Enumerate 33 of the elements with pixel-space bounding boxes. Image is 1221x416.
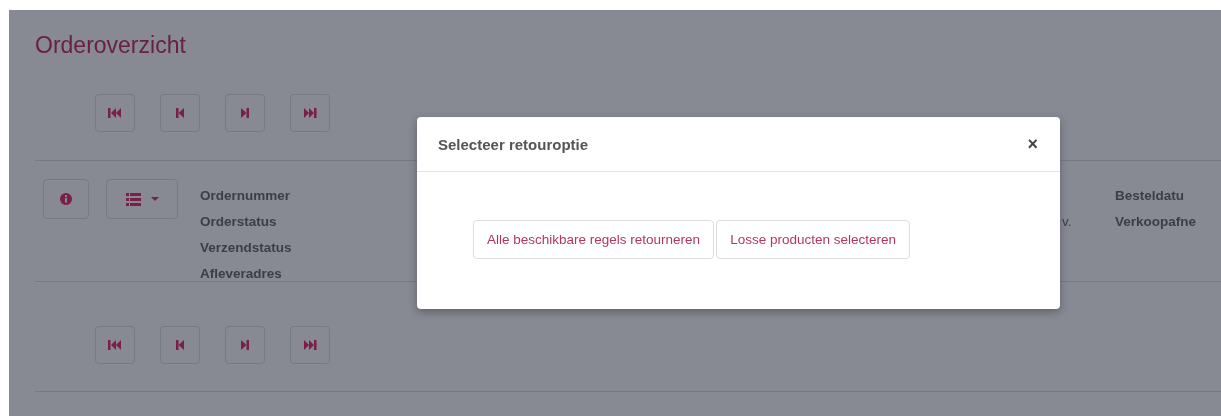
pager-button[interactable] (95, 326, 135, 364)
pager-button[interactable] (160, 94, 200, 132)
last-page-icon (303, 107, 317, 119)
first-page-icon (108, 339, 122, 351)
pager-button[interactable] (225, 326, 265, 364)
last-page-icon (303, 339, 317, 351)
field-label: Afleveradres (200, 265, 282, 283)
field-label: Verzendstatus (200, 239, 292, 257)
previous-page-icon (173, 107, 187, 119)
return-option-button[interactable]: Losse producten selecteren (716, 220, 910, 259)
first-page-icon (108, 107, 122, 119)
pager-button[interactable] (225, 94, 265, 132)
pager-button[interactable] (290, 326, 330, 364)
pager-button[interactable] (95, 94, 135, 132)
list-dropdown-button[interactable] (106, 179, 178, 219)
field-label: Besteldatu (1115, 187, 1185, 205)
list-icon (125, 192, 141, 206)
field-value: v. (1062, 213, 1072, 231)
page-title: Orderoverzicht (35, 32, 187, 58)
field-label: Orderstatus (200, 213, 277, 231)
return-option-button[interactable]: Alle beschikbare regels retourneren (473, 220, 715, 259)
info-button[interactable] (43, 179, 89, 219)
modal-title: Selecteer retouroptie (438, 135, 589, 153)
pager-button[interactable] (290, 94, 330, 132)
field-label: Verkoopafne (1115, 213, 1197, 231)
next-page-icon (238, 107, 252, 119)
caret-icon (150, 197, 159, 201)
close-button[interactable]: × (1027, 135, 1038, 153)
pager-button[interactable] (160, 326, 200, 364)
next-page-icon (238, 339, 252, 351)
field-label: Ordernummer (200, 187, 291, 205)
info-icon (60, 193, 72, 205)
previous-page-icon (173, 339, 187, 351)
